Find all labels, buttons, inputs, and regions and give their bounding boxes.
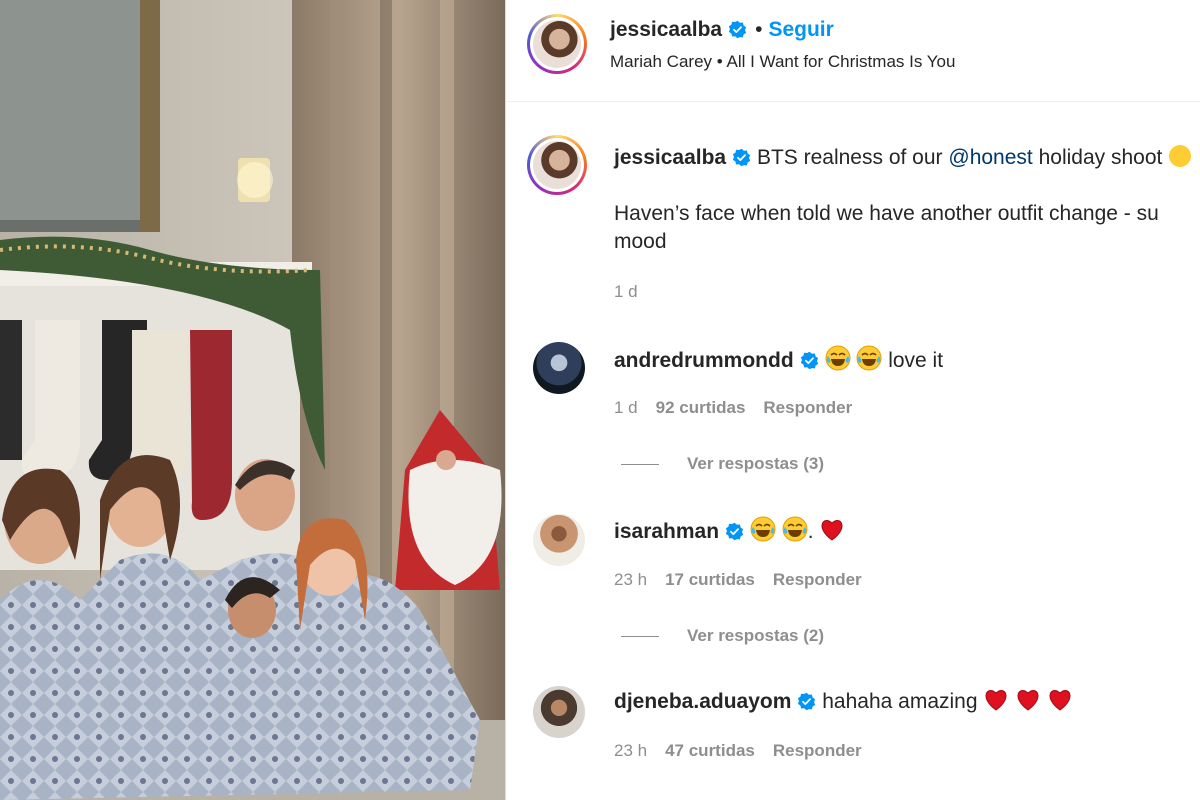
comment-avatar[interactable] <box>533 514 585 566</box>
red-heart-emoji-icon <box>1017 690 1039 711</box>
comment-username[interactable]: andredrummondd <box>614 349 794 372</box>
post-timestamp[interactable]: 1 d <box>614 282 638 302</box>
verified-badge-icon <box>800 351 818 370</box>
verified-badge-icon <box>728 20 747 39</box>
comment-likes[interactable]: 17 curtidas <box>665 570 755 589</box>
red-heart-emoji-icon <box>1049 690 1071 711</box>
comment-timestamp[interactable]: 23 h <box>614 741 647 760</box>
tears-of-joy-emoji-icon <box>825 345 851 371</box>
caption-author-avatar[interactable] <box>527 135 587 195</box>
comment-meta: 1 d 92 curtidas Responder <box>614 398 852 418</box>
comment-text: hahaha amazing <box>822 690 978 713</box>
comment-username[interactable]: djeneba.aduayom <box>614 690 791 713</box>
tears-of-joy-emoji-icon <box>856 345 882 371</box>
post-details-panel: jessicaalba • Seguir Mariah Carey • All I … <box>506 0 1200 800</box>
comment-meta: 23 h 47 curtidas Responder <box>614 741 862 761</box>
caption-mention-link[interactable]: @honest <box>948 146 1032 169</box>
separator-dot: • <box>755 18 763 41</box>
caption-first-line: jessicaalba BTS realness of our @honest … <box>614 144 1200 172</box>
comment-line: andredrummondd love it <box>614 345 943 373</box>
comment-likes[interactable]: 92 curtidas <box>656 398 746 417</box>
comment-text: love it <box>888 349 944 372</box>
caption-text-prefix: BTS realness of our <box>756 146 943 169</box>
view-replies-label: Ver respostas (2) <box>687 626 825 645</box>
red-heart-emoji-icon <box>986 690 1007 711</box>
comment-text: . <box>807 520 814 543</box>
post-header: jessicaalba • Seguir Mariah Carey • All I … <box>506 0 1200 102</box>
comment-line: isarahman . <box>614 516 845 544</box>
comment-reply-button[interactable]: Responder <box>763 398 852 417</box>
comment-likes[interactable]: 47 curtidas <box>665 741 755 760</box>
comment-avatar[interactable] <box>533 686 585 738</box>
follow-button[interactable]: Seguir <box>768 18 833 41</box>
verified-badge-icon <box>725 522 744 541</box>
family-holiday-photo <box>0 0 505 800</box>
red-heart-emoji-icon <box>822 520 843 541</box>
author-username[interactable]: jessicaalba <box>610 18 722 41</box>
comment-line: djeneba.aduayom hahaha amazing <box>614 688 1073 714</box>
author-avatar[interactable] <box>527 14 587 74</box>
comment-reply-button[interactable]: Responder <box>773 570 862 589</box>
tears-of-joy-emoji-icon <box>782 516 808 542</box>
caption-line-2: Haven’s face when told we have another o… <box>614 202 1159 225</box>
comment-timestamp[interactable]: 23 h <box>614 570 647 589</box>
post-photo[interactable] <box>0 0 505 800</box>
replies-line <box>621 464 659 466</box>
comment-avatar[interactable] <box>533 342 585 394</box>
view-replies-button[interactable]: Ver respostas (3) <box>621 454 824 474</box>
caption-text-suffix: holiday shoot <box>1038 146 1163 169</box>
replies-line <box>621 636 659 638</box>
audio-label[interactable]: Mariah Carey • All I Want for Christmas … <box>610 52 955 72</box>
comment-meta: 23 h 17 curtidas Responder <box>614 570 862 590</box>
caption-author-username[interactable]: jessicaalba <box>614 146 726 169</box>
view-replies-label: Ver respostas (3) <box>687 454 825 473</box>
view-replies-button[interactable]: Ver respostas (2) <box>621 626 824 646</box>
smile-emoji-icon <box>1169 145 1192 167</box>
verified-badge-icon <box>732 148 751 167</box>
comment-timestamp[interactable]: 1 d <box>614 398 638 417</box>
tears-of-joy-emoji-icon <box>750 516 776 542</box>
header-title-row: jessicaalba • Seguir <box>610 18 834 42</box>
verified-badge-icon <box>798 692 816 711</box>
caption-line-3: mood <box>614 230 667 253</box>
caption-body: Haven’s face when told we have another o… <box>614 200 1200 256</box>
comment-reply-button[interactable]: Responder <box>773 741 862 760</box>
comment-username[interactable]: isarahman <box>614 520 719 543</box>
